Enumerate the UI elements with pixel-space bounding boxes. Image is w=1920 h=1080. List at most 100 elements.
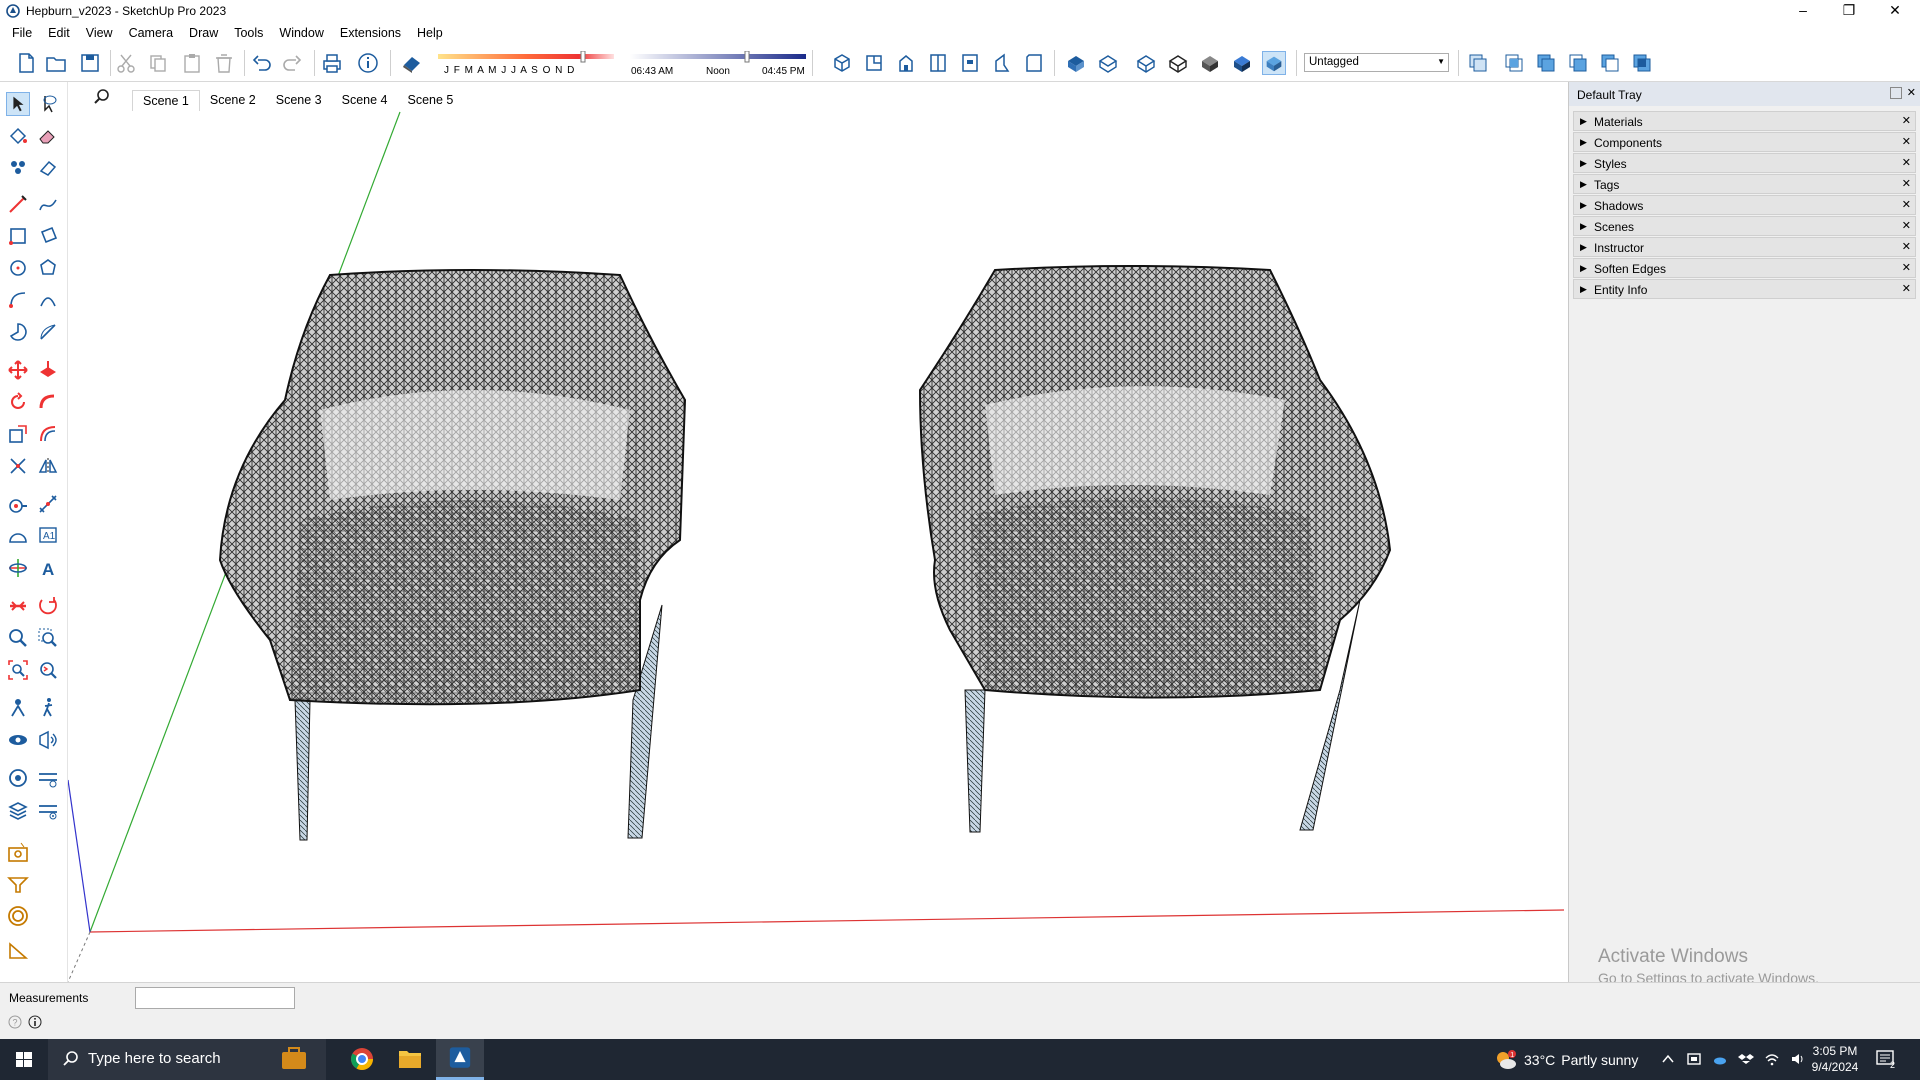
- protractor-icon[interactable]: [6, 524, 30, 548]
- position-camera-icon[interactable]: [6, 696, 30, 720]
- panel-components[interactable]: ▶ Components ✕: [1573, 132, 1916, 152]
- panel-close-icon[interactable]: ✕: [1902, 114, 1911, 127]
- panel-close-icon[interactable]: ✕: [1902, 135, 1911, 148]
- monochrome-style-icon[interactable]: [1262, 51, 1286, 75]
- push-pull-icon[interactable]: [36, 358, 60, 382]
- tab-scene-1[interactable]: Scene 1: [132, 89, 200, 111]
- iso-view-icon[interactable]: [830, 51, 854, 75]
- tray-close-icon[interactable]: ✕: [1907, 86, 1916, 99]
- photo-match-icon[interactable]: [6, 840, 30, 864]
- previous-view-icon[interactable]: [36, 658, 60, 682]
- paint-bucket-icon[interactable]: [6, 124, 30, 148]
- layers-icon[interactable]: [6, 798, 30, 822]
- chevron-up-icon[interactable]: [1660, 1051, 1676, 1067]
- pie-tool-icon[interactable]: [6, 320, 30, 344]
- explode-icon[interactable]: [6, 454, 30, 478]
- rectangle-tool-icon[interactable]: [6, 224, 30, 248]
- move-tool-icon[interactable]: [6, 358, 30, 382]
- tag-selector[interactable]: Untagged ▼: [1304, 53, 1449, 72]
- open-folder-icon[interactable]: [44, 51, 68, 75]
- subtract-icon[interactable]: [1566, 51, 1590, 75]
- tag-tool-icon[interactable]: [6, 156, 30, 180]
- weather-widget[interactable]: 1 33°C Partly sunny: [1494, 1039, 1638, 1080]
- bottom-view-icon[interactable]: [1022, 51, 1046, 75]
- menu-draw[interactable]: Draw: [181, 26, 226, 40]
- lasso-select-icon[interactable]: [36, 92, 60, 116]
- info-icon[interactable]: [28, 1015, 42, 1029]
- walk-tool-icon[interactable]: [36, 696, 60, 720]
- sandbox-icon[interactable]: [6, 872, 30, 896]
- panel-instructor[interactable]: ▶ Instructor ✕: [1573, 237, 1916, 257]
- section-fill-icon[interactable]: [36, 728, 60, 752]
- 3d-warehouse-icon[interactable]: [6, 904, 30, 928]
- outer-shell-icon[interactable]: [1466, 51, 1490, 75]
- extension-warehouse-icon[interactable]: [6, 938, 30, 962]
- back-edges-style-icon[interactable]: [1096, 51, 1120, 75]
- xray-style-icon[interactable]: [1064, 51, 1088, 75]
- menu-help[interactable]: Help: [409, 26, 451, 40]
- dropbox-icon[interactable]: [1738, 1051, 1754, 1067]
- notification-center-icon[interactable]: 2: [1876, 1049, 1898, 1069]
- panel-styles[interactable]: ▶ Styles ✕: [1573, 153, 1916, 173]
- dimension-icon[interactable]: [36, 492, 60, 516]
- menu-camera[interactable]: Camera: [121, 26, 181, 40]
- cut-icon[interactable]: [114, 51, 138, 75]
- undo-icon[interactable]: [250, 51, 274, 75]
- wifi-icon[interactable]: [1764, 1051, 1780, 1067]
- 3d-text-icon[interactable]: A: [36, 556, 60, 580]
- panel-tags[interactable]: ▶ Tags ✕: [1573, 174, 1916, 194]
- zoom-extents-icon[interactable]: [6, 658, 30, 682]
- front-view-icon[interactable]: [894, 51, 918, 75]
- sketchup-taskbar-icon[interactable]: [436, 1039, 484, 1080]
- meet-now-icon[interactable]: [1686, 1051, 1702, 1067]
- briefcase-app-icon[interactable]: [270, 1039, 318, 1080]
- shadow-date-slider[interactable]: [438, 51, 614, 63]
- flip-icon[interactable]: [36, 454, 60, 478]
- file-explorer-icon[interactable]: [386, 1039, 434, 1080]
- panel-entity-info[interactable]: ▶ Entity Info ✕: [1573, 279, 1916, 299]
- chrome-app-icon[interactable]: [338, 1039, 386, 1080]
- panel-close-icon[interactable]: ✕: [1902, 240, 1911, 253]
- tab-scene-2[interactable]: Scene 2: [200, 90, 266, 110]
- circle-tool-icon[interactable]: [6, 256, 30, 280]
- tab-scene-3[interactable]: Scene 3: [266, 90, 332, 110]
- three-point-arc-icon[interactable]: [36, 320, 60, 344]
- rotated-rectangle-icon[interactable]: [36, 224, 60, 248]
- interact-tool-icon[interactable]: [36, 766, 60, 790]
- menu-extensions[interactable]: Extensions: [332, 26, 409, 40]
- arc-tool-icon[interactable]: [6, 288, 30, 312]
- shadow-time-slider[interactable]: [630, 51, 806, 63]
- tab-scene-5[interactable]: Scene 5: [398, 90, 464, 110]
- look-around-icon[interactable]: [6, 728, 30, 752]
- intersect-icon[interactable]: [1502, 51, 1526, 75]
- panel-materials[interactable]: ▶ Materials ✕: [1573, 111, 1916, 131]
- dynamic-attributes-icon[interactable]: [36, 798, 60, 822]
- panel-close-icon[interactable]: ✕: [1902, 177, 1911, 190]
- panel-scenes[interactable]: ▶ Scenes ✕: [1573, 216, 1916, 236]
- polygon-tool-icon[interactable]: [36, 256, 60, 280]
- menu-view[interactable]: View: [78, 26, 121, 40]
- hidden-line-style-icon[interactable]: [1166, 51, 1190, 75]
- tray-pin-icon[interactable]: [1890, 87, 1902, 99]
- orbit-tool-icon[interactable]: [36, 594, 60, 618]
- section-plane-icon[interactable]: [6, 594, 30, 618]
- shaded-style-icon[interactable]: [1198, 51, 1222, 75]
- scale-tool-icon[interactable]: [6, 422, 30, 446]
- zoom-window-icon[interactable]: [36, 626, 60, 650]
- select-tool-icon[interactable]: [6, 92, 30, 116]
- taskbar-clock[interactable]: 3:05 PM 9/4/2024: [1800, 1043, 1870, 1075]
- menu-tools[interactable]: Tools: [226, 26, 271, 40]
- panel-soften-edges[interactable]: ▶ Soften Edges ✕: [1573, 258, 1916, 278]
- onedrive-icon[interactable]: [1712, 1051, 1728, 1067]
- eraser-icon[interactable]: [36, 124, 60, 148]
- tab-scene-4[interactable]: Scene 4: [332, 90, 398, 110]
- redo-icon[interactable]: [280, 51, 304, 75]
- panel-close-icon[interactable]: ✕: [1902, 282, 1911, 295]
- windows-start-icon[interactable]: [0, 1039, 48, 1080]
- two-point-arc-icon[interactable]: [36, 288, 60, 312]
- wireframe-style-icon[interactable]: [1134, 51, 1158, 75]
- panel-close-icon[interactable]: ✕: [1902, 198, 1911, 211]
- paste-icon[interactable]: [180, 51, 204, 75]
- freehand-tool-icon[interactable]: [36, 192, 60, 216]
- panel-close-icon[interactable]: ✕: [1902, 261, 1911, 274]
